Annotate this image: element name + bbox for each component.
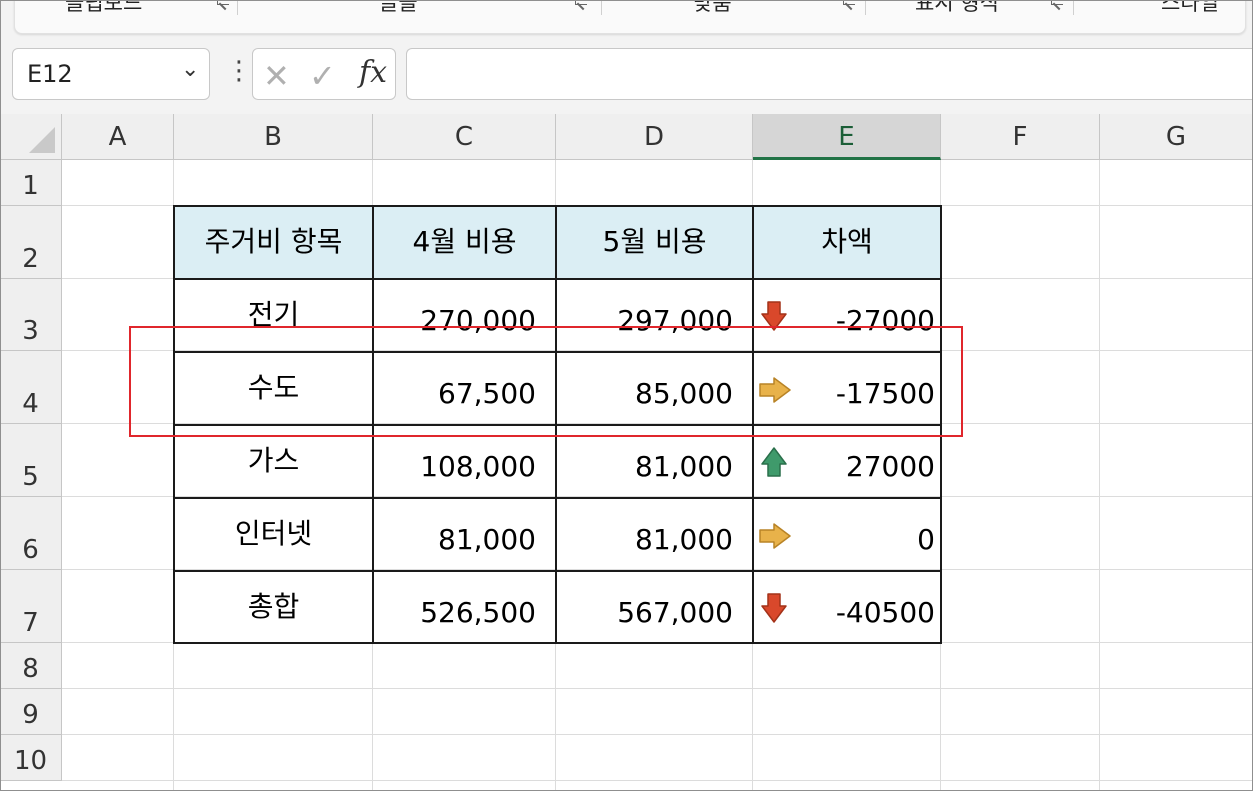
row-header-3[interactable]: 3 — [0, 279, 62, 351]
table-header-april[interactable]: 4월 비용 — [373, 206, 556, 278]
column-header-b[interactable]: B — [174, 114, 373, 160]
row-header-5[interactable]: 5 — [0, 424, 62, 497]
table-cell-april[interactable]: 526,500 — [373, 571, 556, 643]
ribbon-group-clipboard: 클립보드 — [65, 0, 143, 15]
row-number: 3 — [22, 316, 39, 346]
ribbon: 클립보드 글꼴 맞춤 표시 형식 스타일 — [0, 0, 1253, 38]
column-header-a[interactable]: A — [62, 114, 174, 160]
cancel-icon[interactable]: ✕ — [263, 57, 290, 95]
table-border — [173, 278, 942, 280]
insert-function-icon[interactable]: fx — [359, 55, 387, 90]
alignment-dialog-launcher-icon[interactable] — [843, 0, 855, 5]
table-cell-item[interactable]: 총합 — [174, 571, 373, 643]
table-header-may[interactable]: 5월 비용 — [556, 206, 753, 278]
row-number: 6 — [22, 535, 39, 565]
row-number: 5 — [22, 462, 39, 492]
name-box[interactable]: E12 ⌄ — [12, 48, 210, 100]
row-header-6[interactable]: 6 — [0, 497, 62, 570]
gridline — [62, 688, 1253, 689]
row-number: 2 — [22, 244, 39, 274]
row-header-1[interactable]: 1 — [0, 160, 62, 206]
ribbon-group-separator — [865, 0, 866, 15]
table-cell-may[interactable]: 567,000 — [556, 571, 753, 643]
row-header-8[interactable]: 8 — [0, 643, 62, 689]
formula-input[interactable] — [406, 48, 1253, 100]
table-border — [173, 570, 942, 572]
row-header-9[interactable]: 9 — [0, 689, 62, 735]
table-border — [173, 642, 942, 644]
table-cell-may[interactable]: 81,000 — [556, 498, 753, 570]
column-header-e[interactable]: E — [753, 114, 941, 160]
row-number: 8 — [22, 654, 39, 684]
row-header-4[interactable]: 4 — [0, 351, 62, 424]
worksheet-grid: A B C D E F G 1 2 3 4 5 6 7 8 9 10 주거비 항… — [0, 114, 1253, 791]
row-number: 4 — [22, 389, 39, 419]
check-icon[interactable]: ✓ — [309, 57, 336, 95]
column-header-d[interactable]: D — [556, 114, 753, 160]
select-all-button[interactable] — [0, 114, 62, 160]
column-header-f[interactable]: F — [941, 114, 1100, 160]
ribbon-group-separator — [237, 0, 238, 15]
column-header-c[interactable]: C — [373, 114, 556, 160]
name-box-value: E12 — [27, 60, 73, 88]
gridline — [62, 780, 1253, 781]
ribbon-group-alignment: 맞춤 — [693, 0, 732, 15]
row-header-2[interactable]: 2 — [0, 206, 62, 279]
ribbon-group-number-format: 표시 형식 — [915, 0, 999, 15]
table-header-item[interactable]: 주거비 항목 — [174, 206, 373, 278]
chevron-down-icon[interactable]: ⌄ — [181, 57, 199, 82]
gridline — [1099, 160, 1100, 791]
right-arrow-icon — [759, 523, 791, 549]
table-border — [173, 205, 942, 207]
ribbon-group-separator — [601, 0, 602, 15]
select-all-triangle-icon — [29, 127, 55, 153]
table-cell-april[interactable]: 81,000 — [373, 498, 556, 570]
table-header-diff[interactable]: 차액 — [753, 206, 941, 278]
formula-bar: E12 ⌄ ⋮ ✕ ✓ fx — [0, 38, 1253, 114]
table-border — [173, 497, 942, 499]
more-options-icon[interactable]: ⋮ — [226, 58, 252, 84]
highlight-box — [129, 326, 963, 437]
row-number: 7 — [22, 608, 39, 638]
row-header-7[interactable]: 7 — [0, 570, 62, 643]
up-arrow-icon — [761, 447, 787, 477]
font-dialog-launcher-icon[interactable] — [575, 0, 587, 5]
row-number: 10 — [13, 746, 48, 776]
ribbon-group-font: 글꼴 — [379, 0, 418, 15]
column-header-g[interactable]: G — [1100, 114, 1253, 160]
table-cell-item[interactable]: 인터넷 — [174, 498, 373, 570]
number-format-dialog-launcher-icon[interactable] — [1051, 0, 1063, 5]
row-number: 9 — [22, 700, 39, 730]
gridline — [62, 734, 1253, 735]
clipboard-dialog-launcher-icon[interactable] — [217, 0, 229, 5]
ribbon-groups-bar: 클립보드 글꼴 맞춤 표시 형식 스타일 — [14, 0, 1246, 34]
ribbon-group-styles: 스타일 — [1161, 0, 1219, 15]
ribbon-group-separator — [1073, 0, 1074, 15]
down-arrow-icon — [761, 593, 787, 623]
formula-buttons: ✕ ✓ fx — [252, 48, 396, 100]
row-header-10[interactable]: 10 — [0, 735, 62, 781]
row-number: 1 — [22, 171, 39, 201]
